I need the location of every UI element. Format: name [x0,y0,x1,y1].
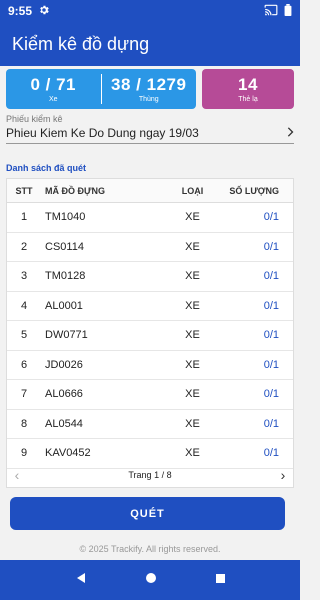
recents-icon[interactable] [215,571,226,589]
row-type: XE [185,211,200,224]
scanned-table: STT MÃ ĐỒ ĐỰNG LOẠI SỐ LƯỢNG 1 TM1040 XE… [6,178,294,488]
vehicle-bin-card: 0 / 71 Xe 38 / 1279 Thùng [6,69,196,109]
odd-tags-count: 14 [238,75,258,94]
back-icon[interactable] [75,571,87,589]
pagination: ‹ Trang 1 / 8 › [6,464,294,486]
odd-tags-card[interactable]: 14 Thẻ lạ [202,69,294,109]
row-stt: 9 [20,447,28,460]
next-page-icon[interactable]: › [272,467,294,483]
scanned-list-title: Danh sách đã quét [6,163,87,173]
battery-icon [284,3,292,19]
row-qty: 0/1 [263,447,279,460]
page-indicator: Trang 1 / 8 [128,470,172,480]
app-bar: Kiểm kê đồ dựng [0,22,300,66]
summary-cards: 0 / 71 Xe 38 / 1279 Thùng 14 Thẻ lạ [6,69,294,109]
row-stt: 4 [20,299,28,312]
row-type: XE [185,388,200,401]
row-stt: 3 [20,270,28,283]
row-qty: 0/1 [263,270,279,283]
row-code: JD0026 [45,358,83,371]
inventory-sheet-select[interactable]: Phiếu kiểm kê Phieu Kiem Ke Do Dung ngay… [6,114,294,144]
settings-icon [38,4,50,19]
row-code: KAV0452 [45,447,91,460]
row-stt: 6 [20,358,28,371]
row-qty: 0/1 [263,388,279,401]
footer-copyright: © 2025 Trackify. All rights reserved. [79,544,221,554]
inventory-sheet-label: Phiếu kiểm kê [6,114,63,124]
row-type: XE [185,417,200,430]
bins-label: Thùng [138,96,159,103]
row-code: AL0544 [45,417,83,430]
home-icon[interactable] [145,571,157,589]
row-stt: 7 [20,388,28,401]
row-stt: 5 [20,329,28,342]
row-stt: 1 [20,211,28,224]
table-row[interactable]: 1 TM1040 XE 0/1 [7,203,293,233]
row-qty: 0/1 [263,417,279,430]
cast-icon [264,4,278,19]
row-type: XE [185,447,200,460]
system-nav-bar [0,560,300,600]
row-qty: 0/1 [263,329,279,342]
status-bar: 9:55 [0,0,300,22]
row-type: XE [185,358,200,371]
row-type: XE [185,299,200,312]
row-type: XE [185,270,200,283]
row-code: AL0666 [45,388,83,401]
table-row[interactable]: 7 AL0666 XE 0/1 [7,380,293,410]
scan-button[interactable]: QUÉT [10,497,285,530]
odd-tags-label: Thẻ lạ [238,96,258,103]
row-stt: 2 [20,240,28,253]
header-qty: SỐ LƯỢNG [229,185,279,196]
row-qty: 0/1 [263,240,279,253]
row-code: AL0001 [45,299,83,312]
vehicles-label: Xe [48,96,58,103]
header-code: MÃ ĐỒ ĐỰNG [45,185,105,196]
row-qty: 0/1 [263,358,279,371]
table-row[interactable]: 2 CS0114 XE 0/1 [7,233,293,262]
prev-page-icon[interactable]: ‹ [6,467,28,483]
status-time: 9:55 [8,4,33,18]
row-stt: 8 [20,417,28,430]
table-row[interactable]: 3 TM0128 XE 0/1 [7,262,293,292]
row-code: DW0771 [45,329,88,342]
table-row[interactable]: 6 JD0026 XE 0/1 [7,351,293,380]
header-stt: STT [15,185,33,196]
bins-count: 38 / 1279 [111,75,187,94]
row-qty: 0/1 [263,211,279,224]
row-code: TM1040 [45,211,86,224]
row-type: XE [185,329,200,342]
table-row[interactable]: 5 DW0771 XE 0/1 [7,321,293,351]
vehicles-count: 0 / 71 [30,75,77,94]
header-type: LOẠI [181,185,204,196]
row-code: TM0128 [45,270,86,283]
table-row[interactable]: 4 AL0001 XE 0/1 [7,292,293,321]
row-type: XE [185,240,200,253]
table-header: STT MÃ ĐỒ ĐỰNG LOẠI SỐ LƯỢNG [7,179,293,203]
table-row[interactable]: 8 AL0544 XE 0/1 [7,410,293,439]
row-code: CS0114 [45,240,84,253]
row-qty: 0/1 [263,299,279,312]
page-title: Kiểm kê đồ dựng [12,33,150,54]
chevron-right-icon [286,126,294,140]
inventory-sheet-value: Phieu Kiem Ke Do Dung ngay 19/03 [6,126,199,140]
